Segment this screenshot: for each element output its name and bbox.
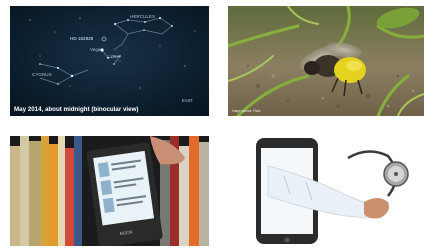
lyra-label: LYRA bbox=[108, 54, 121, 59]
star-chart-image: HERCULES HD 162826 Vega LYRA CYGNUS EAST… bbox=[10, 6, 209, 116]
smartphone-stethoscope-svg bbox=[228, 136, 424, 246]
bee-photo: Image source: Flickr bbox=[228, 6, 424, 116]
star-chart-svg: HERCULES HD 162826 Vega LYRA CYGNUS EAST… bbox=[10, 6, 209, 116]
smartphone-stethoscope-photo bbox=[228, 136, 424, 246]
hercules-label: HERCULES bbox=[130, 14, 155, 19]
hd-star-label: HD 162826 bbox=[70, 36, 94, 41]
bee-photo-svg: Image source: Flickr bbox=[228, 6, 424, 116]
ereader-photo-svg: BOOK bbox=[10, 136, 209, 246]
chart-caption: May 2014, about midnight (binocular view… bbox=[14, 106, 138, 113]
east-label: EAST bbox=[182, 98, 193, 103]
photo-credit: Image source: Flickr bbox=[232, 109, 262, 113]
cygnus-label: CYGNUS bbox=[32, 72, 52, 77]
ereader-photo: BOOK bbox=[10, 136, 209, 246]
vega-label: Vega bbox=[90, 47, 101, 52]
